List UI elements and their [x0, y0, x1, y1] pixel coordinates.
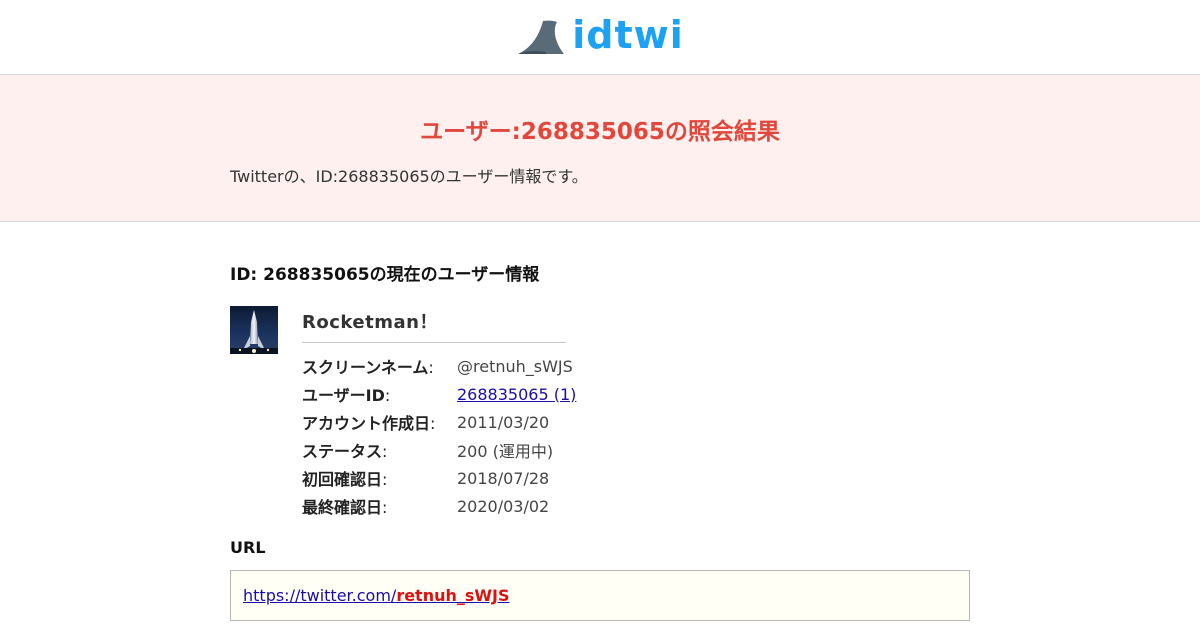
first-seen-value: 2018/07/28 — [457, 468, 550, 488]
shark-fin-icon — [516, 17, 566, 57]
info-label: ステータス: — [302, 442, 388, 461]
info-row-created-date: アカウント作成日: 2011/03/20 — [302, 408, 576, 436]
url-handle: retnuh_sWJS — [396, 586, 510, 605]
name-divider — [302, 342, 566, 343]
site-header: idtwi — [0, 0, 1200, 75]
created-date-value: 2011/03/20 — [457, 412, 550, 432]
url-prefix: https://twitter.com/ — [243, 586, 397, 605]
main-content: ID: 268835065の現在のユーザー情報 Rocketman！ スクリーン… — [0, 222, 1200, 629]
page-description: Twitterの、ID:268835065のユーザー情報です。 — [230, 167, 588, 186]
url-box: https://twitter.com/retnuh_sWJS — [230, 570, 970, 621]
logo-text: idtwi — [572, 13, 684, 57]
info-row-user-id: ユーザーID: 268835065 (1) — [302, 380, 576, 408]
user-info-list: スクリーンネーム: @retnuh_sWJS ユーザーID: 268835065… — [302, 352, 576, 520]
info-row-screen-name: スクリーンネーム: @retnuh_sWJS — [302, 352, 576, 380]
logo-link[interactable]: idtwi — [516, 13, 684, 57]
info-row-last-seen: 最終確認日: 2020/03/02 — [302, 492, 576, 520]
user-id-link[interactable]: 268835065 (1) — [457, 385, 576, 404]
info-label: 最終確認日: — [302, 498, 388, 517]
status-value: 200 (運用中) — [457, 442, 554, 461]
profile-url-link[interactable]: https://twitter.com/retnuh_sWJS — [243, 586, 510, 605]
info-row-status: ステータス: 200 (運用中) — [302, 436, 576, 464]
info-label: 初回確認日: — [302, 470, 388, 489]
user-id-value: 268835065 (1) — [457, 385, 576, 404]
avatar — [230, 306, 278, 354]
page-title: ユーザー:268835065の照会結果 — [420, 119, 780, 145]
url-heading: URL — [230, 538, 266, 557]
screen-name-value: @retnuh_sWJS — [457, 356, 573, 376]
rocket-avatar-icon — [230, 306, 278, 354]
info-row-first-seen: 初回確認日: 2018/07/28 — [302, 464, 576, 492]
info-label: アカウント作成日: — [302, 414, 436, 433]
user-display-name: Rocketman！ — [302, 312, 438, 333]
user-info-heading: ID: 268835065の現在のユーザー情報 — [230, 265, 540, 285]
result-banner: ユーザー:268835065の照会結果 Twitterの、ID:26883506… — [0, 75, 1200, 222]
info-label: スクリーンネーム: — [302, 358, 434, 377]
last-seen-value: 2020/03/02 — [457, 496, 550, 516]
info-label: ユーザーID: — [302, 386, 391, 405]
